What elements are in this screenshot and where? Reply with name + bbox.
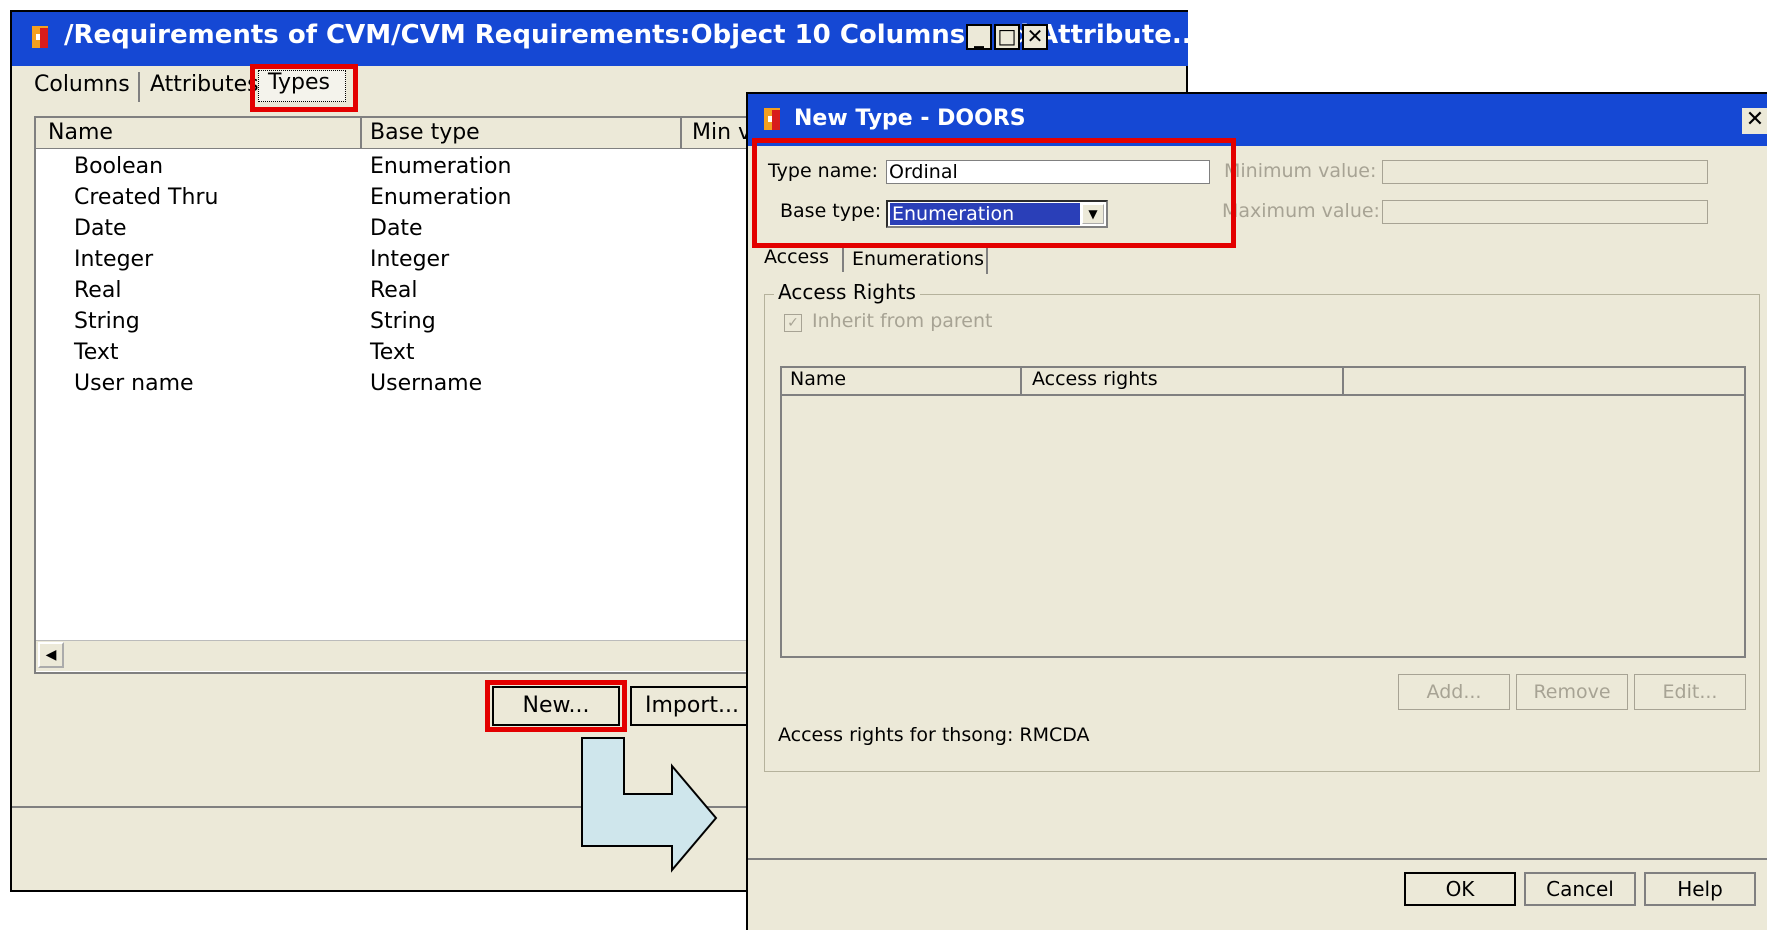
inherit-checkbox-icon[interactable]: ✓: [784, 314, 802, 332]
horizontal-scrollbar[interactable]: [36, 640, 836, 671]
row-name[interactable]: Created Thru: [74, 185, 218, 210]
access-rights-group-label: Access Rights: [774, 280, 920, 304]
app-icon: [764, 108, 780, 130]
row-name[interactable]: Integer: [74, 247, 153, 272]
column-divider: [1020, 368, 1022, 394]
close-icon: ✕: [1026, 24, 1044, 48]
column-divider: [1342, 368, 1344, 394]
column-header-min-value[interactable]: Min v: [692, 120, 751, 145]
row-base-type: Date: [370, 216, 423, 241]
tab-attributes[interactable]: Attributes: [150, 72, 259, 97]
cancel-button[interactable]: Cancel: [1524, 872, 1636, 906]
app-icon: [32, 26, 48, 48]
highlight-box-new-button: [485, 680, 627, 732]
maximum-value-label: Maximum value:: [1222, 200, 1380, 222]
remove-button[interactable]: Remove: [1516, 674, 1628, 710]
row-base-type: Username: [370, 371, 483, 396]
dialog-title: New Type - DOORS: [794, 106, 1026, 131]
tab-divider: [138, 72, 140, 102]
row-base-type: Enumeration: [370, 154, 512, 179]
help-button[interactable]: Help: [1644, 872, 1756, 906]
maximize-button[interactable]: □: [994, 24, 1020, 50]
tab-access[interactable]: Access: [764, 246, 829, 268]
tab-enumerations[interactable]: Enumerations: [852, 248, 984, 270]
column-header-base-type[interactable]: Base type: [370, 120, 480, 145]
row-name[interactable]: User name: [74, 371, 194, 396]
highlight-box-type-fields: [752, 138, 1236, 248]
row-name[interactable]: Real: [74, 278, 121, 303]
access-rights-list-header: [782, 368, 1744, 396]
scroll-left-icon[interactable]: ◀: [38, 642, 64, 668]
column-divider: [360, 118, 362, 148]
row-name[interactable]: Boolean: [74, 154, 163, 179]
close-button[interactable]: ✕: [1022, 24, 1048, 50]
minimize-button[interactable]: _: [966, 24, 992, 50]
maximize-icon: □: [997, 24, 1017, 48]
minimum-value-input[interactable]: [1382, 160, 1708, 184]
access-column-name[interactable]: Name: [790, 368, 846, 390]
access-rights-list[interactable]: [780, 366, 1746, 658]
row-base-type: Integer: [370, 247, 450, 272]
column-header-name[interactable]: Name: [48, 120, 113, 145]
row-base-type: Enumeration: [370, 185, 512, 210]
tab-columns[interactable]: Columns: [34, 72, 130, 97]
row-base-type: String: [370, 309, 436, 334]
row-name[interactable]: Text: [74, 340, 119, 365]
row-name[interactable]: String: [74, 309, 140, 334]
row-base-type: Real: [370, 278, 418, 303]
flow-arrow-icon: [581, 737, 718, 873]
row-name[interactable]: Date: [74, 216, 127, 241]
highlight-box-types-tab: [250, 64, 358, 112]
import-button[interactable]: Import...: [630, 686, 754, 726]
edit-button[interactable]: Edit...: [1634, 674, 1746, 710]
minimize-icon: _: [974, 24, 984, 48]
inherit-from-parent-label: Inherit from parent: [812, 310, 993, 332]
ok-button[interactable]: OK: [1404, 872, 1516, 906]
access-rights-summary: Access rights for thsong: RMCDA: [778, 724, 1090, 746]
row-base-type: Text: [370, 340, 415, 365]
add-button[interactable]: Add...: [1398, 674, 1510, 710]
minimum-value-label: Minimum value:: [1224, 160, 1377, 182]
column-divider: [680, 118, 682, 148]
tab-divider: [842, 246, 844, 272]
tab-divider: [986, 248, 988, 274]
maximum-value-input[interactable]: [1382, 200, 1708, 224]
dialog-divider: [748, 858, 1767, 860]
access-column-rights[interactable]: Access rights: [1032, 368, 1158, 390]
dialog-close-icon[interactable]: ✕: [1742, 108, 1767, 134]
